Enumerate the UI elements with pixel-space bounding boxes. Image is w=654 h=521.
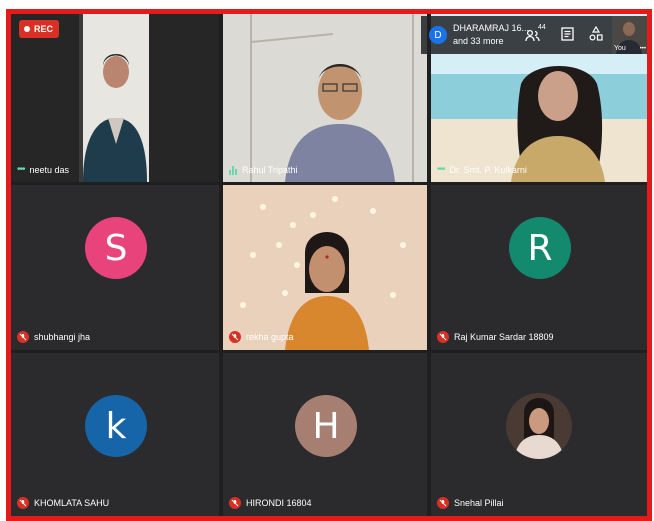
participant-name: Raj Kumar Sardar 18809: [454, 332, 554, 342]
participant-label: shubhangi jha: [17, 331, 90, 343]
participant-name: shubhangi jha: [34, 332, 91, 342]
participant-avatar: k: [85, 395, 147, 457]
presenter-name: DHARAMRAJ 16...: [453, 23, 530, 33]
participant-tile-raj-kumar-sardar[interactable]: R Raj Kumar Sardar 18809: [431, 185, 647, 350]
meeting-grid: REC D DHARAMRAJ 16... and 33 more 44 You…: [6, 9, 652, 521]
people-icon: [525, 29, 540, 42]
speaking-indicator-icon: [229, 165, 237, 175]
mic-off-icon: [17, 497, 29, 509]
participant-name: rekha gupta: [246, 332, 294, 342]
meeting-topbar: D DHARAMRAJ 16... and 33 more 44 You •••: [421, 16, 647, 54]
participant-tile-shubhangi-jha[interactable]: S shubhangi jha: [11, 185, 219, 350]
more-options-icon[interactable]: •••: [640, 46, 646, 52]
participant-name: Rahul Tripathi: [242, 165, 298, 175]
recording-badge: REC: [19, 20, 60, 38]
participant-label: Raj Kumar Sardar 18809: [437, 331, 554, 343]
participant-name: neetu das: [29, 164, 70, 175]
record-dot-icon: [24, 26, 30, 32]
participant-tile-khomlata-sahu[interactable]: k KHOMLATA SAHU: [11, 353, 219, 516]
participant-avatar: H: [295, 395, 357, 457]
video-feed-rekha-gupta: [223, 185, 427, 350]
participant-name: Snehal Pillai: [454, 498, 504, 508]
mic-off-icon: [229, 331, 241, 343]
mic-off-icon: [17, 331, 29, 343]
recording-label: REC: [34, 24, 54, 34]
participant-name: Dr. Smt. P. Kulkarni: [449, 164, 527, 175]
activities-button[interactable]: [589, 25, 603, 47]
people-button[interactable]: 44: [525, 24, 549, 46]
activities-icon: [589, 25, 603, 41]
participant-label: Rahul Tripathi: [229, 165, 298, 175]
speaking-indicator-icon: •••: [17, 164, 25, 175]
participant-name: KHOMLATA SAHU: [34, 498, 110, 508]
video-feed-neetu-das: [79, 14, 149, 182]
participant-profile-photo: [506, 393, 572, 459]
participant-tile-snehal-pillai[interactable]: Snehal Pillai: [431, 353, 647, 516]
people-count: 44: [538, 24, 546, 31]
mic-off-icon: [437, 331, 449, 343]
presenter-avatar[interactable]: D: [429, 26, 447, 44]
participant-label: ••• Dr. Smt. P. Kulkarni: [437, 164, 527, 175]
participant-tile-hirondi[interactable]: H HIRONDI 16804: [223, 353, 427, 516]
participant-label: Snehal Pillai: [437, 497, 504, 509]
participant-tile-neetu-das[interactable]: ••• neetu das: [11, 14, 219, 182]
participant-label: KHOMLATA SAHU: [17, 497, 109, 509]
participant-avatar: S: [85, 217, 147, 279]
participant-name: HIRONDI 16804: [246, 498, 312, 508]
participant-label: HIRONDI 16804: [229, 497, 312, 509]
mic-off-icon: [229, 497, 241, 509]
self-label: You: [614, 45, 626, 52]
speaking-indicator-icon: •••: [437, 164, 445, 175]
participant-tile-rekha-gupta[interactable]: rekha gupta: [223, 185, 427, 350]
chat-icon: [561, 27, 574, 41]
participant-label: rekha gupta: [229, 331, 294, 343]
participant-avatar: R: [509, 217, 571, 279]
self-view-tile[interactable]: You •••: [612, 16, 647, 54]
mic-off-icon: [437, 497, 449, 509]
participant-tile-rahul-tripathi[interactable]: Rahul Tripathi: [223, 14, 427, 182]
video-feed-rahul-tripathi: [223, 14, 427, 182]
chat-button[interactable]: [561, 27, 574, 46]
presenter-others: and 33 more: [453, 36, 504, 46]
participant-label: ••• neetu das: [17, 164, 69, 175]
